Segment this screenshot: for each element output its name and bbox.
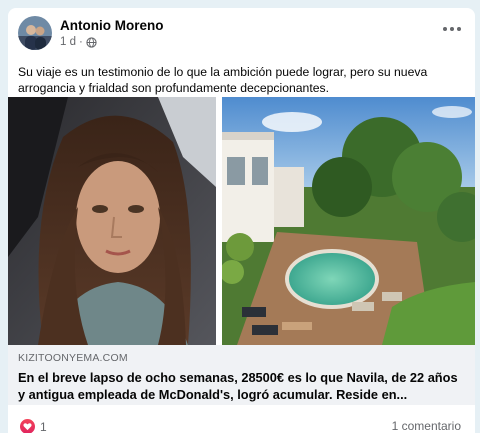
globe-icon (86, 36, 97, 48)
post-card: Antonio Moreno 1 d · Su viaje es un test… (8, 8, 475, 433)
reactions-summary[interactable]: 1 (20, 419, 47, 433)
link-title[interactable]: En el breve lapso de ocho semanas, 28500… (18, 369, 468, 403)
post-media[interactable] (8, 97, 475, 345)
reaction-count: 1 (40, 419, 47, 433)
more-dot-icon (443, 27, 447, 31)
post-header: Antonio Moreno 1 d · (8, 8, 475, 58)
villa-pool-photo[interactable] (222, 97, 475, 345)
author-name[interactable]: Antonio Moreno (60, 18, 163, 33)
post-footer: 1 1 comentario (8, 405, 475, 433)
more-dot-icon (457, 27, 461, 31)
more-dot-icon (450, 27, 454, 31)
post-meta: 1 d · (60, 36, 97, 48)
link-preview[interactable]: KIZITOONYEMA.COM En el breve lapso de oc… (8, 345, 475, 405)
woman-portrait-photo[interactable] (8, 97, 216, 345)
heart-icon (20, 419, 35, 433)
post-caption: Su viaje es un testimonio de lo que la a… (18, 65, 428, 95)
meta-separator: · (79, 36, 83, 48)
link-domain: KIZITOONYEMA.COM (18, 352, 128, 364)
author-avatar[interactable] (18, 16, 52, 50)
more-options-button[interactable] (441, 22, 463, 36)
comments-count-link[interactable]: 1 comentario (392, 419, 461, 433)
post-time[interactable]: 1 d (60, 36, 76, 48)
